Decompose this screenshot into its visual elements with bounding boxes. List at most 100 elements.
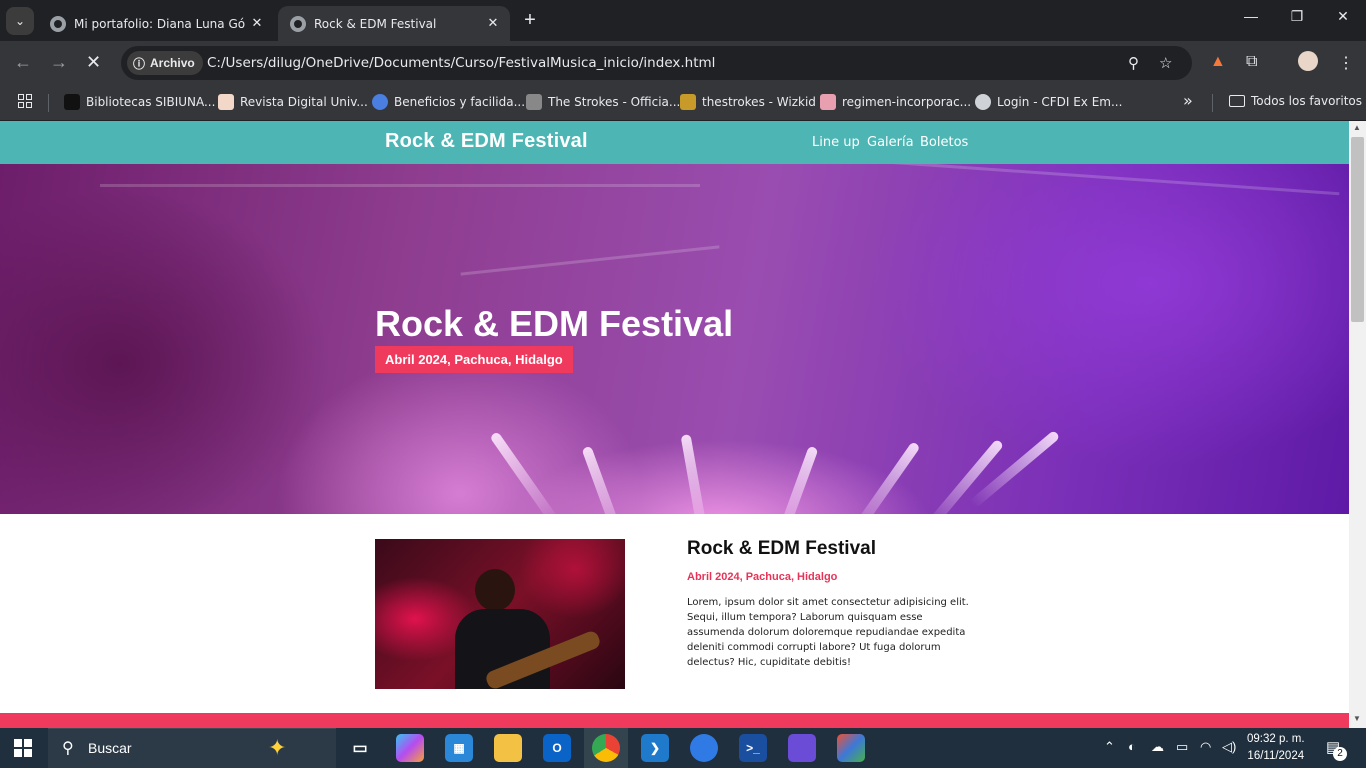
globe-icon (50, 15, 66, 32)
nav-line-up[interactable]: Line up (812, 135, 860, 150)
bookmark-label: thestrokes - Wizkid (702, 95, 816, 109)
minimize-button[interactable]: — (1228, 8, 1274, 24)
address-bar[interactable]: ⓘ Archivo C:/Users/dilug/OneDrive/Docume… (121, 46, 1192, 80)
all-bookmarks-button[interactable]: Todos los favoritos (1229, 94, 1362, 108)
git-tool-icon[interactable] (837, 734, 865, 762)
tab-search-icon[interactable]: ⌄ (6, 7, 34, 35)
stage-truss (460, 245, 720, 276)
divider (1212, 94, 1213, 112)
windows-start-icon[interactable] (14, 739, 32, 757)
zoom-icon[interactable]: ⚲ (1128, 54, 1139, 72)
apps-icon[interactable] (18, 94, 32, 108)
bookmark-label: The Strokes - Officia... (548, 95, 681, 109)
bookmark-item[interactable]: Beneficios y facilida... (372, 94, 525, 110)
restore-button[interactable]: ❐ (1274, 8, 1320, 25)
taskbar-clock[interactable]: 09:32 p. m. 16/11/2024 (1247, 731, 1305, 765)
hero-date-badge: Abril 2024, Pachuca, Hidalgo (375, 346, 573, 373)
hero-banner: Rock & EDM Festival Abril 2024, Pachuca,… (0, 164, 1349, 514)
bookmark-favicon-icon (372, 94, 388, 110)
nav-galeria[interactable]: Galería (867, 135, 914, 150)
tray-chevron-icon[interactable]: ⌃ (1104, 739, 1115, 755)
bookmark-label: regimen-incorporac... (842, 95, 972, 109)
globe-icon (975, 94, 991, 110)
extensions-puzzle-icon[interactable]: ⧉ (1246, 53, 1257, 71)
tab-strip: ⌄ Mi portafolio: Diana Luna Góme ✕ Rock … (0, 0, 1366, 41)
taskbar-search[interactable]: ⚲ Buscar ✦ (48, 728, 336, 768)
close-tab-icon[interactable]: ✕ (246, 16, 268, 31)
file-explorer-icon[interactable] (494, 734, 522, 762)
url-text[interactable]: C:/Users/dilug/OneDrive/Documents/Curso/… (207, 55, 715, 71)
back-icon[interactable]: ← (14, 53, 32, 71)
stage-truss (100, 184, 700, 187)
site-info-chip[interactable]: ⓘ Archivo (127, 51, 203, 75)
all-bookmarks-label: Todos los favoritos (1251, 94, 1362, 108)
page-viewport: Rock & EDM Festival Line up Galería Bole… (0, 121, 1349, 728)
accent-footer-bar (0, 713, 1349, 728)
chrome-icon[interactable] (592, 734, 620, 762)
bookmark-label: Bibliotecas SIBIUNA... (86, 95, 216, 109)
info-icon: ⓘ (133, 56, 146, 71)
loading-icon (290, 15, 306, 32)
clock-date: 16/11/2024 (1247, 750, 1305, 762)
task-view-icon[interactable]: ▭ (346, 734, 374, 762)
wifi-icon[interactable]: ◠ (1200, 739, 1211, 755)
bookmark-label: Login - CFDI Ex Em... (997, 95, 1123, 109)
festival-title: Rock & EDM Festival (687, 538, 876, 559)
nav-boletos[interactable]: Boletos (920, 135, 968, 150)
stage-light (680, 433, 710, 514)
search-icon: ⚲ (62, 740, 74, 757)
guitarist-photo (375, 539, 625, 689)
stage-light (849, 441, 921, 514)
bookmark-star-icon[interactable]: ☆ (1159, 54, 1172, 72)
close-window-button[interactable]: ✕ (1320, 8, 1366, 25)
tab-title: Rock & EDM Festival (314, 16, 437, 31)
scroll-up-icon[interactable]: ▲ (1353, 123, 1361, 132)
browser-toolbar: ← → ✕ ⓘ Archivo C:/Users/dilug/OneDrive/… (0, 41, 1366, 85)
bookmark-item[interactable]: Bibliotecas SIBIUNA... (64, 94, 215, 110)
bookmark-favicon-icon (526, 94, 542, 110)
battery-icon[interactable]: ▭ (1176, 739, 1188, 755)
powershell-icon[interactable]: >_ (739, 734, 767, 762)
bookmark-item[interactable]: Revista Digital Univ... (218, 94, 368, 110)
outlook-icon[interactable]: O (543, 734, 571, 762)
tab-portafolio[interactable]: Mi portafolio: Diana Luna Góme ✕ (38, 6, 274, 41)
bookmark-favicon-icon (680, 94, 696, 110)
new-tab-button[interactable]: + (518, 9, 542, 33)
windows-taskbar: ⚲ Buscar ✦ ▭ ▦ O ❯ >_ ⌃ ◐ ☁ ▭ ◠ ◁) 09:32… (0, 728, 1366, 768)
azure-data-icon[interactable] (788, 734, 816, 762)
bookmark-item[interactable]: Login - CFDI Ex Em... (975, 94, 1122, 110)
site-logo[interactable]: Rock & EDM Festival (385, 130, 588, 153)
divider (48, 94, 49, 112)
more-bookmarks-button[interactable]: » (1183, 91, 1193, 110)
scrollbar-thumb[interactable] (1351, 137, 1364, 322)
stop-loading-icon[interactable]: ✕ (86, 53, 101, 71)
search-label: Buscar (88, 740, 132, 756)
close-tab-icon[interactable]: ✕ (482, 16, 504, 31)
bookmark-item[interactable]: thestrokes - Wizkid (680, 94, 816, 110)
file-chip-label: Archivo (150, 56, 195, 70)
site-header: Rock & EDM Festival Line up Galería Bole… (0, 121, 1349, 164)
tray-app-icon[interactable]: ◐ (1128, 739, 1136, 754)
copilot-app-icon[interactable] (396, 734, 424, 762)
bookmark-label: Revista Digital Univ... (240, 95, 368, 109)
stage-light (771, 445, 819, 514)
bookmark-label: Beneficios y facilida... (394, 95, 526, 109)
forward-icon[interactable]: → (50, 53, 68, 71)
onedrive-icon[interactable]: ☁ (1151, 739, 1164, 755)
extension-icon[interactable]: ▲ (1210, 53, 1226, 71)
volume-icon[interactable]: ◁) (1222, 739, 1236, 755)
tab-festival[interactable]: Rock & EDM Festival ✕ (278, 6, 510, 41)
clock-time: 09:32 p. m. (1247, 733, 1305, 745)
tab-title: Mi portafolio: Diana Luna Góme (74, 16, 246, 31)
festival-date: Abril 2024, Pachuca, Hidalgo (687, 571, 838, 583)
bookmark-item[interactable]: regimen-incorporac... (820, 94, 971, 110)
vscode-icon[interactable]: ❯ (641, 734, 669, 762)
bookmark-item[interactable]: The Strokes - Officia... (526, 94, 680, 110)
stage-light (489, 431, 561, 514)
scroll-down-icon[interactable]: ▼ (1353, 714, 1361, 723)
notification-badge: 2 (1333, 747, 1347, 761)
store-app-icon[interactable]: ▦ (445, 734, 473, 762)
profile-avatar[interactable] (1298, 51, 1318, 71)
firefox-icon[interactable] (690, 734, 718, 762)
menu-icon[interactable]: ⋮ (1338, 53, 1354, 73)
